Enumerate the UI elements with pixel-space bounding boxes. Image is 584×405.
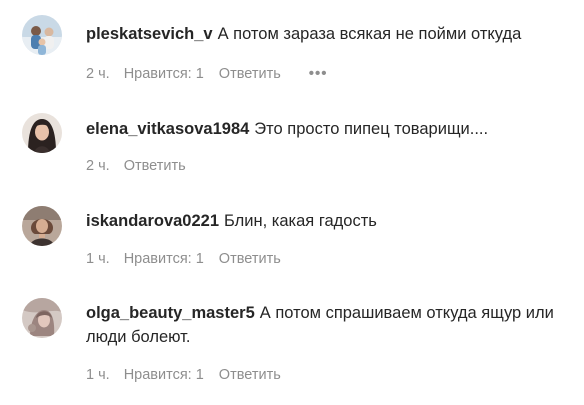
comment-item: iskandarova0221 Блин, какая гадость 1 ч. Н… <box>0 195 584 290</box>
comment-time[interactable]: 1 ч. <box>86 367 110 383</box>
comment-time[interactable]: 2 ч. <box>86 66 110 82</box>
comment-username[interactable]: iskandarova0221 <box>86 212 219 230</box>
likes-count[interactable]: Нравится: 1 <box>124 66 204 82</box>
avatar[interactable] <box>22 15 62 55</box>
comment-time[interactable]: 2 ч. <box>86 158 110 174</box>
reply-button[interactable]: Ответить <box>124 158 186 174</box>
comment-body: А потом зараза всякая не пойми откуда <box>217 25 522 43</box>
comment-item: elena_vitkasova1984 Это просто пипец това… <box>0 100 584 195</box>
comment-username[interactable]: olga_beauty_master5 <box>86 304 255 322</box>
reply-button[interactable]: Ответить <box>219 367 281 383</box>
reply-button[interactable]: Ответить <box>219 66 281 82</box>
comment-meta: 1 ч. Нравится: 1 Ответить <box>86 367 281 383</box>
likes-count[interactable]: Нравится: 1 <box>124 367 204 383</box>
avatar[interactable] <box>22 113 62 153</box>
comment-meta: 2 ч. Ответить <box>86 158 186 174</box>
comment-username[interactable]: pleskatsevich_v <box>86 25 213 43</box>
comment-body: Блин, какая гадость <box>224 212 377 230</box>
comment-text: olga_beauty_master5 А потом спрашиваем от… <box>86 301 574 349</box>
reply-button[interactable]: Ответить <box>219 251 281 267</box>
comment-text: elena_vitkasova1984 Это просто пипец това… <box>86 117 574 141</box>
more-options-icon[interactable]: ••• <box>309 65 328 82</box>
comment-text: iskandarova0221 Блин, какая гадость <box>86 209 574 233</box>
comment-meta: 2 ч. Нравится: 1 Ответить ••• <box>86 65 328 82</box>
comment-item: olga_beauty_master5 А потом спрашиваем от… <box>0 290 584 405</box>
comment-body: Это просто пипец товарищи.... <box>254 120 489 138</box>
comment-text: pleskatsevich_v А потом зараза всякая не … <box>86 22 574 46</box>
comment-item: pleskatsevich_v А потом зараза всякая не … <box>0 0 584 100</box>
likes-count[interactable]: Нравится: 1 <box>124 251 204 267</box>
comment-meta: 1 ч. Нравится: 1 Ответить <box>86 251 281 267</box>
avatar[interactable] <box>22 206 62 246</box>
avatar[interactable] <box>22 298 62 338</box>
comment-username[interactable]: elena_vitkasova1984 <box>86 120 249 138</box>
comment-time[interactable]: 1 ч. <box>86 251 110 267</box>
